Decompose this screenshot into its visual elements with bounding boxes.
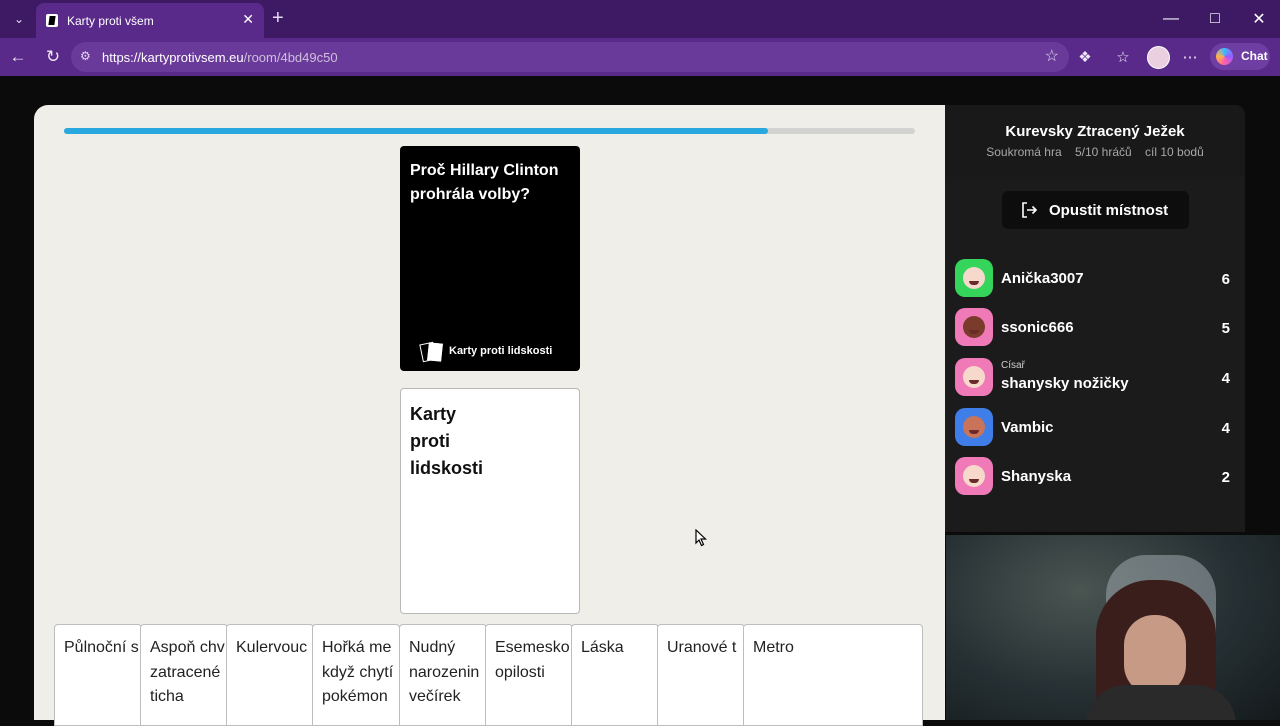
player-score: 6 bbox=[1221, 271, 1230, 288]
room-meta: Soukromá hra 5/10 hráčů cíl 10 bodů bbox=[945, 145, 1245, 159]
hand-card-text: Uranové t bbox=[667, 639, 737, 656]
address-bar[interactable]: ⚙ https://kartyprotivsem.eu/room/4bd49c5… bbox=[71, 42, 1069, 72]
black-question-card: Proč Hillary Clinton prohrála volby? Kar… bbox=[400, 146, 580, 371]
url-host: https://kartyprotivsem.eu bbox=[102, 50, 244, 65]
hand-card[interactable]: Kulervouc bbox=[226, 624, 314, 726]
room-player-count: 5/10 hráčů bbox=[1074, 145, 1132, 159]
room-goal: cíl 10 bodů bbox=[1145, 145, 1204, 159]
webcam-overlay bbox=[946, 535, 1280, 720]
profile-avatar[interactable] bbox=[1147, 46, 1170, 69]
player-role: Císař bbox=[1001, 360, 1025, 371]
card-brand: Karty proti lidskosti bbox=[419, 341, 553, 363]
player-avatar bbox=[955, 308, 993, 346]
favorite-star-icon[interactable]: ☆ bbox=[1045, 46, 1059, 66]
hand-card[interactable]: Nudný narozenin večírek bbox=[399, 624, 487, 726]
game-board: Proč Hillary Clinton prohrála volby? Kar… bbox=[34, 105, 945, 726]
maximize-button[interactable]: □ bbox=[1200, 6, 1230, 32]
hand-card[interactable]: Uranové t bbox=[657, 624, 745, 726]
hand-card[interactable]: Láska bbox=[571, 624, 659, 726]
player-avatar bbox=[955, 358, 993, 396]
round-progress-bar bbox=[64, 128, 915, 134]
hand-card-text: Kulervouc bbox=[236, 639, 308, 656]
browser-tab-active[interactable]: Karty proti všem ✕ bbox=[36, 3, 264, 38]
player-avatar bbox=[955, 259, 993, 297]
tab-close-icon[interactable]: ✕ bbox=[242, 11, 254, 28]
site-info-icon[interactable]: ⚙ bbox=[80, 49, 94, 63]
hand-card-text: Půlnoční s bbox=[64, 639, 139, 656]
more-menu-icon[interactable]: ⋯ bbox=[1179, 47, 1201, 67]
player-name: shanysky nožičky bbox=[1001, 375, 1129, 392]
room-title: Kurevsky Ztracený Ježek bbox=[1005, 123, 1185, 140]
hand-card[interactable]: Metro bbox=[743, 624, 923, 726]
leave-room-label: Opustit místnost bbox=[1049, 202, 1169, 219]
hand-card-text: Nudný narozenin večírek bbox=[409, 639, 480, 705]
round-progress-fill bbox=[64, 128, 768, 134]
player-avatar bbox=[955, 457, 993, 495]
played-card-text: Karty proti lidskosti bbox=[410, 404, 484, 478]
played-white-card[interactable]: Karty proti lidskosti bbox=[400, 388, 580, 614]
tab-title: Karty proti všem bbox=[67, 14, 154, 28]
player-name: Shanyska bbox=[1001, 468, 1072, 485]
player-row: Shanyska 2 bbox=[955, 457, 1235, 497]
hand-card[interactable]: Půlnoční s bbox=[54, 624, 142, 726]
question-text: Proč Hillary Clinton prohrála volby? bbox=[410, 162, 559, 203]
copilot-logo-icon bbox=[1216, 48, 1233, 65]
hand-card-text: Esemesko opilosti bbox=[495, 639, 570, 681]
player-row: Vambic 4 bbox=[955, 408, 1235, 448]
player-score: 5 bbox=[1221, 320, 1230, 337]
favorites-icon[interactable]: ☆ bbox=[1112, 47, 1134, 67]
player-score: 2 bbox=[1221, 469, 1230, 486]
browser-nav-bar: ← ↻ ⚙ https://kartyprotivsem.eu/room/4bd… bbox=[0, 38, 1280, 76]
copilot-chat-button[interactable]: Chat bbox=[1210, 43, 1270, 70]
hand-card[interactable]: Esemesko opilosti bbox=[485, 624, 573, 726]
url-path: /room/4bd49c50 bbox=[243, 50, 338, 65]
player-row: ssonic666 5 bbox=[955, 308, 1235, 348]
hand-card[interactable]: Aspoň chv zatracené ticha bbox=[140, 624, 228, 726]
hand-card-text: Metro bbox=[753, 639, 794, 656]
hand-card-text: Hořká me když chytí pokémon bbox=[322, 639, 394, 705]
extensions-icon[interactable]: ❖ bbox=[1074, 47, 1096, 67]
site-favicon-icon bbox=[46, 14, 58, 27]
player-name: Anička3007 bbox=[1001, 270, 1084, 287]
hand-card-text: Láska bbox=[581, 639, 624, 656]
chat-label: Chat bbox=[1241, 49, 1268, 63]
hand-card-text: Aspoň chv zatracené ticha bbox=[150, 639, 225, 705]
window-close-button[interactable]: ✕ bbox=[1244, 6, 1274, 32]
leave-room-button[interactable]: Opustit místnost bbox=[1002, 191, 1189, 229]
player-hand: Půlnoční s Aspoň chv zatracené ticha Kul… bbox=[54, 624, 924, 726]
brand-text: Karty proti lidskosti bbox=[449, 345, 553, 357]
player-score: 4 bbox=[1221, 420, 1230, 437]
room-privacy: Soukromá hra bbox=[986, 145, 1062, 159]
back-arrow-icon[interactable]: ← bbox=[7, 46, 29, 68]
hand-card[interactable]: Hořká me když chytí pokémon bbox=[312, 624, 400, 726]
player-score: 4 bbox=[1221, 370, 1230, 387]
cards-logo-icon bbox=[419, 341, 443, 363]
tab-actions-menu-button[interactable]: ⌄ bbox=[6, 7, 32, 31]
room-sidebar: Kurevsky Ztracený Ježek Soukromá hra 5/1… bbox=[945, 105, 1245, 532]
player-row: Anička3007 6 bbox=[955, 259, 1235, 299]
minimize-button[interactable]: — bbox=[1156, 6, 1186, 32]
new-tab-button[interactable]: + bbox=[272, 6, 284, 30]
browser-tab-bar: ⌄ Karty proti všem ✕ + — □ ✕ bbox=[0, 0, 1280, 38]
player-avatar bbox=[955, 408, 993, 446]
player-name: ssonic666 bbox=[1001, 319, 1074, 336]
room-header: Kurevsky Ztracený Ježek Soukromá hra 5/1… bbox=[945, 105, 1245, 177]
url-text: https://kartyprotivsem.eu/room/4bd49c50 bbox=[102, 50, 338, 65]
logout-icon bbox=[1022, 202, 1038, 218]
player-name: Vambic bbox=[1001, 419, 1054, 436]
reload-icon[interactable]: ↻ bbox=[42, 46, 64, 68]
mouse-cursor-icon bbox=[695, 529, 708, 547]
player-row: Císař shanysky nožičky 4 bbox=[955, 358, 1235, 398]
